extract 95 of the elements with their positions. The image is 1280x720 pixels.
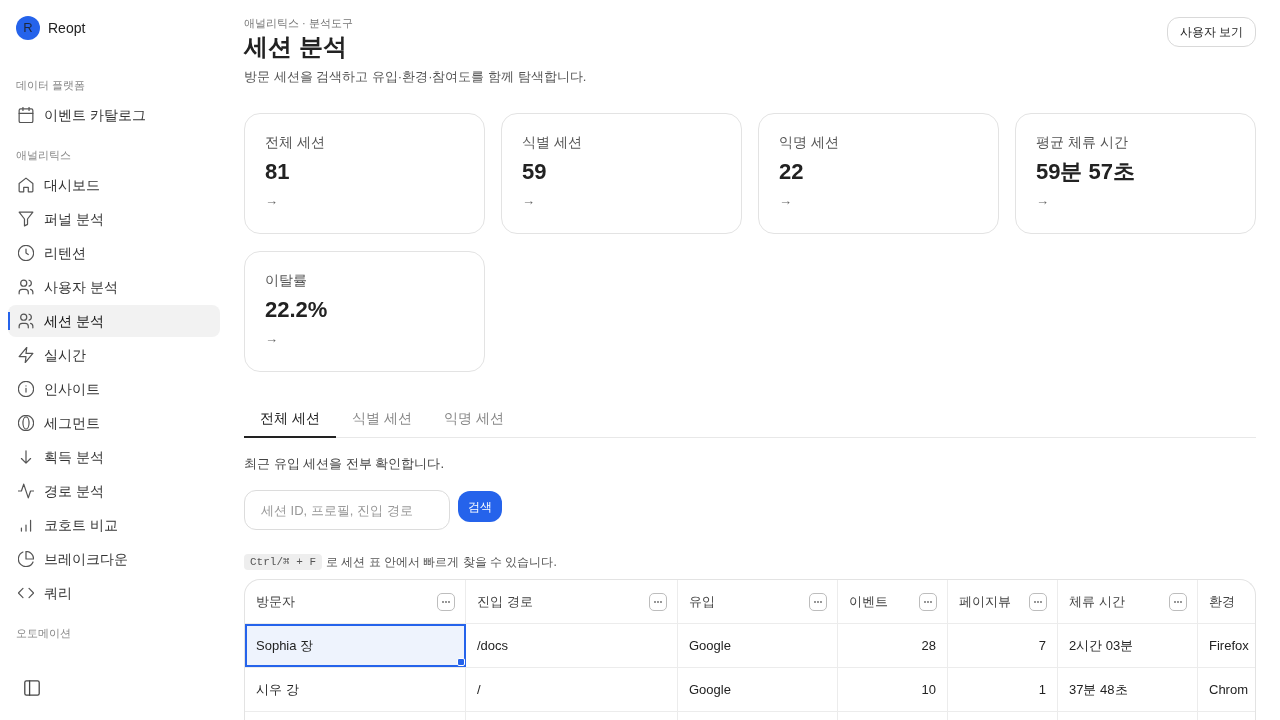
search-field[interactable]: 세션 ID, 프로필, 진입 경로	[244, 490, 450, 530]
section-label: 애널리틱스	[15, 148, 72, 163]
column-header: 환경	[1209, 592, 1235, 611]
column-menu-button[interactable]	[649, 592, 667, 611]
sidebar-item[interactable]: 세그먼트	[8, 407, 220, 439]
bar-chart-icon	[18, 517, 34, 533]
info-icon	[18, 381, 34, 397]
table-cell[interactable]: Sophia 장	[245, 624, 466, 667]
ellipsis-icon	[1034, 600, 1042, 603]
ellipsis-icon	[814, 600, 822, 603]
tab[interactable]: 익명 세션	[427, 400, 520, 438]
table-cell[interactable]: /	[466, 668, 678, 711]
column-header: 방문자	[256, 592, 295, 611]
brand-logo: R	[16, 16, 40, 40]
tab[interactable]: 전체 세션	[244, 400, 336, 438]
sidebar-item[interactable]: 쿼리	[8, 577, 220, 609]
ellipsis-icon	[442, 600, 450, 603]
column-header: 진입 경로	[477, 592, 533, 611]
sidebar-item[interactable]: 경로 분석	[8, 475, 220, 507]
brand-name: Reopt	[48, 18, 86, 38]
view-users-button[interactable]: 사용자 보기	[1166, 17, 1256, 47]
arrow-link[interactable]: →	[779, 193, 792, 209]
column-menu-button[interactable]	[809, 592, 827, 611]
tab[interactable]: 식별 세션	[335, 400, 428, 438]
column-header: 체류 시간	[1069, 592, 1125, 611]
funnel-icon	[18, 211, 34, 227]
page-title: 세션 분석	[244, 32, 348, 62]
section-label: 데이터 플랫폼	[15, 78, 87, 93]
column-menu-button[interactable]	[437, 592, 455, 611]
calendar-icon	[18, 107, 34, 123]
stat-label: 이탈률	[265, 271, 308, 290]
column-header: 이벤트	[849, 592, 888, 611]
section-label: 오토메이션	[15, 626, 72, 641]
table-cell[interactable]: Google	[678, 624, 838, 667]
ellipsis-icon	[1174, 600, 1182, 603]
shortcut-hint: 로 세션 표 안에서 빠르게 찾을 수 있습니다.	[326, 554, 557, 570]
column-menu-button[interactable]	[1169, 592, 1187, 611]
stat-value: 59	[522, 158, 548, 186]
fill-handle[interactable]	[457, 658, 465, 666]
table-cell[interactable]: 1	[948, 668, 1058, 711]
sidebar-item[interactable]: 실시간	[8, 339, 220, 371]
table-cell[interactable]: 시우 강	[245, 668, 466, 711]
arrow-link[interactable]: →	[265, 331, 278, 347]
sidebar-item[interactable]: 리텐션	[8, 237, 220, 269]
sidebar-toggle-icon[interactable]	[24, 680, 40, 696]
search-button[interactable]: 검색	[458, 491, 502, 522]
column-menu-button[interactable]	[919, 592, 937, 611]
sidebar-item[interactable]: 브레이크다운	[8, 543, 220, 575]
active-indicator	[8, 312, 10, 330]
table-cell[interactable]: Chrom	[1198, 668, 1255, 711]
arrow-link[interactable]: →	[522, 193, 535, 209]
column-header: 페이지뷰	[959, 592, 1011, 611]
breadcrumb: 애널리틱스 · 분석도구	[244, 16, 354, 30]
stat-label: 평균 체류 시간	[1036, 133, 1129, 152]
code-icon	[18, 585, 34, 601]
arrow-link[interactable]: →	[1036, 193, 1049, 209]
table-cell[interactable]: 37분 48초	[1058, 668, 1198, 711]
stat-label: 식별 세션	[522, 133, 583, 152]
stat-value: 81	[265, 158, 291, 186]
shortcut-key: Ctrl/⌘ + F	[244, 554, 323, 570]
table-cell[interactable]: 2시간 03분	[1058, 624, 1198, 667]
home-icon	[18, 177, 34, 193]
tab-description: 최근 유입 세션을 전부 확인합니다.	[244, 455, 446, 473]
table-cell[interactable]: 10	[838, 668, 948, 711]
users-icon	[18, 279, 34, 295]
arrow-down-icon	[18, 449, 34, 465]
sidebar-item[interactable]: 코호트 비교	[8, 509, 220, 541]
table-cell[interactable]: 28	[838, 624, 948, 667]
table-cell[interactable]: Firefox	[1198, 624, 1255, 667]
lightning-icon	[18, 347, 34, 363]
ellipsis-icon	[654, 600, 662, 603]
stat-value: 22	[779, 158, 805, 186]
sidebar-item[interactable]: 대시보드	[8, 169, 220, 201]
sidebar-item[interactable]: 이벤트 카탈로그	[8, 99, 220, 131]
table-cell[interactable]: Google	[678, 668, 838, 711]
stat-value: 22.2%	[265, 296, 329, 324]
table-cell[interactable]: /docs	[466, 624, 678, 667]
sidebar-item[interactable]: 인사이트	[8, 373, 220, 405]
pie-chart-icon	[18, 551, 34, 567]
stat-value: 59분 57초	[1036, 158, 1137, 186]
column-header: 유입	[689, 592, 715, 611]
sidebar-item[interactable]: 퍼널 분석	[8, 203, 220, 235]
clock-icon	[18, 245, 34, 261]
page-description: 방문 세션을 검색하고 유입·환경·참여도를 함께 탐색합니다.	[244, 68, 587, 86]
users-icon	[18, 313, 34, 329]
pulse-icon	[18, 483, 34, 499]
arrow-link[interactable]: →	[265, 193, 278, 209]
sidebar-item[interactable]: 세션 분석	[8, 305, 220, 337]
column-menu-button[interactable]	[1029, 592, 1047, 611]
sidebar-item[interactable]: 획득 분석	[8, 441, 220, 473]
stat-label: 전체 세션	[265, 133, 326, 152]
sidebar-item[interactable]: 사용자 분석	[8, 271, 220, 303]
ellipsis-icon	[924, 600, 932, 603]
stat-label: 익명 세션	[779, 133, 840, 152]
table-cell[interactable]: 7	[948, 624, 1058, 667]
